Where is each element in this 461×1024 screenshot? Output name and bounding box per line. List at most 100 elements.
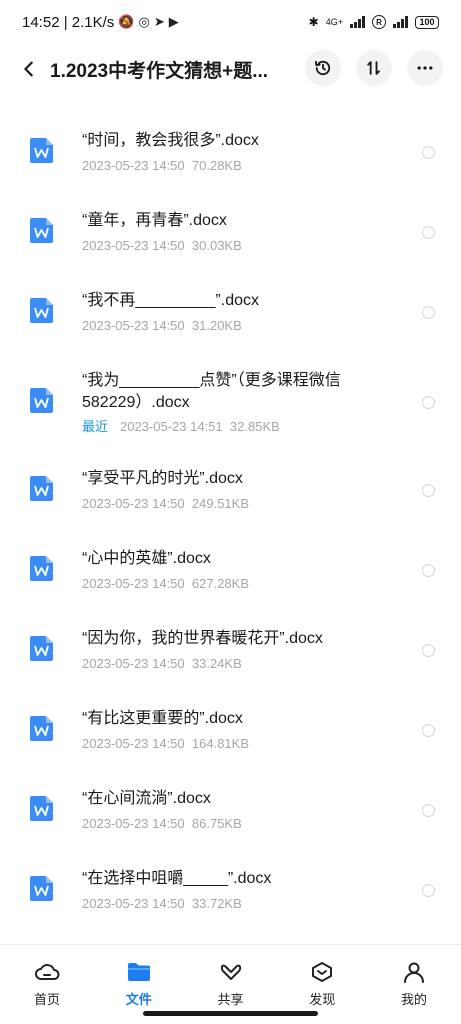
file-name: “时间，教会我很多”.docx: [82, 132, 259, 149]
play-icon: ▶: [168, 14, 179, 29]
file-meta: 2023-05-23 14:50 30.03KB: [82, 238, 242, 253]
file-row[interactable]: “因为你，我的世界春暖花开”.docx 2023-05-23 14:50 33.…: [0, 608, 461, 688]
file-row[interactable]: “享受平凡的时光”.docx 2023-05-23 14:50 249.51KB: [0, 448, 461, 528]
history-button[interactable]: [305, 50, 341, 86]
nav-home[interactable]: 首页: [20, 945, 74, 1024]
file-name: “我为_________点赞”（更多课程微信582229）.docx: [82, 372, 341, 411]
file-name: “在选择中咀嚼_____”.docx: [82, 870, 272, 887]
file-name: “因为你，我的世界春暖花开”.docx: [82, 630, 323, 647]
file-date: 2023-05-23 14:50: [82, 896, 185, 911]
file-list: “时间，教会我很多”.docx 2023-05-23 14:50 70.28KB…: [0, 110, 461, 928]
file-row[interactable]: “童年，再青春”.docx 2023-05-23 14:50 30.03KB: [0, 190, 461, 270]
file-meta: 2023-05-23 14:50 86.75KB: [82, 816, 242, 831]
file-meta: 2023-05-23 14:50 70.28KB: [82, 158, 242, 173]
select-radio[interactable]: [422, 396, 435, 409]
file-meta: 2023-05-23 14:50 627.28KB: [82, 576, 249, 591]
select-radio[interactable]: [422, 226, 435, 239]
status-right: ✱ 4G+ R 100: [309, 15, 439, 29]
file-meta: 2023-05-23 14:50 249.51KB: [82, 496, 249, 511]
doc-file-icon: [30, 388, 53, 413]
registered-icon: R: [372, 15, 386, 29]
recent-badge: 最近: [82, 419, 109, 434]
file-name: “心中的英雄”.docx: [82, 550, 211, 567]
file-date: 2023-05-23 14:50: [82, 656, 185, 671]
battery-icon: 100: [415, 15, 439, 29]
telegram-icon: ➤: [153, 14, 165, 29]
nav-label: 共享: [217, 992, 244, 1007]
file-date: 2023-05-23 14:50: [82, 576, 185, 591]
file-size: 33.24KB: [191, 656, 242, 671]
status-time: 14:52 | 2.1K/s: [22, 13, 115, 31]
select-radio[interactable]: [422, 644, 435, 657]
select-radio[interactable]: [422, 484, 435, 497]
discover-icon: [312, 962, 333, 982]
file-size: 32.85KB: [229, 419, 280, 434]
file-row[interactable]: “心中的英雄”.docx 2023-05-23 14:50 627.28KB: [0, 528, 461, 608]
signal-icon: [350, 16, 365, 28]
file-date: 2023-05-23 14:50: [82, 158, 185, 173]
file-name: “有比这更重要的”.docx: [82, 710, 243, 727]
file-meta: 2023-05-23 14:50 31.20KB: [82, 318, 242, 333]
select-radio[interactable]: [422, 884, 435, 897]
file-name: “在心间流淌”.docx: [82, 790, 211, 807]
signal-icon-2: [393, 16, 408, 28]
doc-file-icon: [30, 138, 53, 163]
select-radio[interactable]: [422, 146, 435, 159]
nav-label: 首页: [33, 992, 60, 1007]
chat-app-icon: ◎: [138, 14, 150, 29]
more-button[interactable]: [407, 50, 443, 86]
file-size: 627.28KB: [191, 576, 249, 591]
file-name: “童年，再青春”.docx: [82, 212, 227, 229]
history-icon: [315, 60, 331, 76]
chevron-left-icon: [24, 61, 33, 77]
bluetooth-icon: ✱: [308, 15, 319, 29]
doc-file-icon: [30, 476, 53, 501]
doc-file-icon: [30, 636, 53, 661]
file-date: 2023-05-23 14:50: [82, 816, 185, 831]
nav-label: 发现: [309, 992, 336, 1007]
file-meta: 2023-05-23 14:50 164.81KB: [82, 736, 249, 751]
file-row[interactable]: “在选择中咀嚼_____”.docx 2023-05-23 14:50 33.7…: [0, 848, 461, 928]
doc-file-icon: [30, 796, 53, 821]
sort-icon: [367, 61, 380, 75]
doc-file-icon: [30, 298, 53, 323]
profile-icon: [404, 962, 424, 983]
more-dots-icon: [417, 66, 433, 70]
folder-icon: [127, 963, 150, 981]
file-size: 70.28KB: [191, 158, 242, 173]
file-meta: 2023-05-23 14:50 33.72KB: [82, 896, 242, 911]
status-bar: 14:52 | 2.1K/s 🔕 ◎ ➤ ▶ ✱ 4G+ R 100: [0, 0, 461, 44]
select-radio[interactable]: [422, 724, 435, 737]
file-size: 33.72KB: [191, 896, 242, 911]
file-date: 2023-05-23 14:50: [82, 496, 185, 511]
doc-file-icon: [30, 556, 53, 581]
file-meta: 最近 2023-05-23 14:51 32.85KB: [82, 416, 280, 435]
select-radio[interactable]: [422, 804, 435, 817]
select-radio[interactable]: [422, 306, 435, 319]
mute-icon: 🔕: [118, 14, 135, 29]
share-icon: [220, 964, 241, 980]
home-indicator: [143, 1011, 318, 1016]
file-row[interactable]: “我不再_________”.docx 2023-05-23 14:50 31.…: [0, 270, 461, 350]
nav-profile[interactable]: 我的: [387, 945, 441, 1024]
doc-file-icon: [30, 716, 53, 741]
file-row[interactable]: “有比这更重要的”.docx 2023-05-23 14:50 164.81KB: [0, 688, 461, 768]
file-name: “享受平凡的时光”.docx: [82, 470, 243, 487]
file-size: 164.81KB: [191, 736, 249, 751]
cloud-icon: [35, 964, 60, 980]
file-row[interactable]: “在心间流淌”.docx 2023-05-23 14:50 86.75KB: [0, 768, 461, 848]
file-date: 2023-05-23 14:50: [82, 736, 185, 751]
page-title: 1.2023中考作文猜想+题...: [50, 61, 269, 82]
file-name: “我不再_________”.docx: [82, 292, 259, 309]
doc-file-icon: [30, 218, 53, 243]
file-date: 2023-05-23 14:50: [82, 238, 185, 253]
network-type: 4G+: [325, 17, 343, 27]
sort-button[interactable]: [356, 50, 392, 86]
file-row[interactable]: “时间，教会我很多”.docx 2023-05-23 14:50 70.28KB: [0, 110, 461, 190]
file-size: 31.20KB: [191, 318, 242, 333]
file-date: 2023-05-23 14:51: [120, 419, 223, 434]
back-button[interactable]: [14, 52, 44, 86]
select-radio[interactable]: [422, 564, 435, 577]
file-row[interactable]: “我为_________点赞”（更多课程微信582229）.docx 最近 202…: [0, 350, 461, 448]
doc-file-icon: [30, 876, 53, 901]
